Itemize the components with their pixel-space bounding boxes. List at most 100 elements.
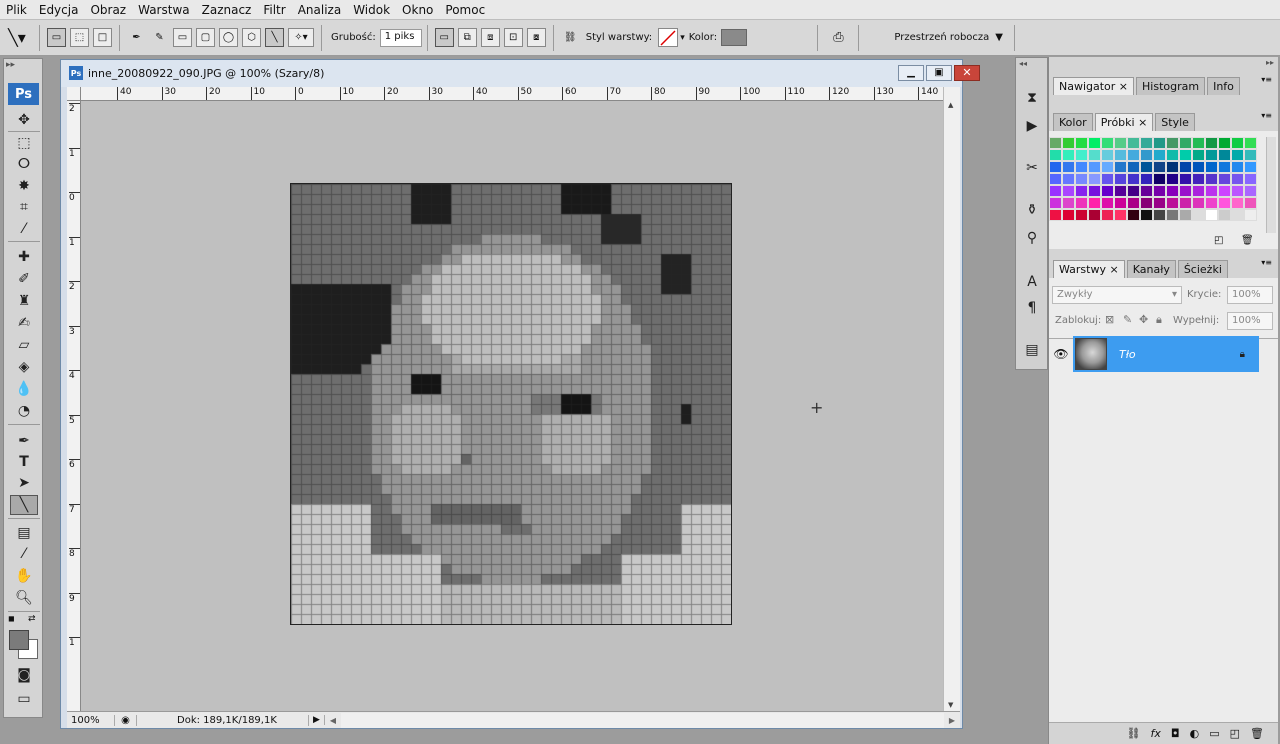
lasso-tool-icon[interactable]: ⵔ bbox=[10, 154, 38, 174]
ruler-horizontal[interactable]: 40 30 20 10 0 10 20 30 40 50 60 70 80 90 100 110 120 130 1… bbox=[81, 87, 943, 101]
layer-visibility-eye-icon[interactable]: 👁︎ bbox=[1049, 336, 1073, 372]
foreground-color-swatch[interactable] bbox=[9, 630, 29, 650]
color-swatch[interactable] bbox=[1049, 185, 1062, 197]
new-shape-layer-button[interactable]: ▭ bbox=[434, 28, 454, 47]
color-swatch[interactable] bbox=[1088, 185, 1101, 197]
color-swatch[interactable] bbox=[1062, 209, 1075, 221]
color-swatch[interactable] bbox=[1244, 197, 1257, 209]
color-swatch[interactable] bbox=[1166, 209, 1179, 221]
menu-view[interactable]: Widok bbox=[347, 3, 396, 17]
panel-menu-icon[interactable]: ▾≡ bbox=[1261, 258, 1272, 267]
tab-info[interactable]: Info bbox=[1207, 77, 1240, 95]
menu-filter[interactable]: Filtr bbox=[257, 3, 291, 17]
subtract-shape-button[interactable]: ⧈ bbox=[480, 28, 500, 47]
color-swatch[interactable] bbox=[1205, 161, 1218, 173]
tab-layers[interactable]: Warstwy × bbox=[1053, 260, 1125, 278]
color-swatch[interactable] bbox=[1127, 197, 1140, 209]
color-swatch[interactable] bbox=[1244, 173, 1257, 185]
scroll-right-icon[interactable]: ▶ bbox=[944, 716, 960, 725]
lock-transparent-icon[interactable]: ⊠ bbox=[1105, 313, 1114, 326]
rounded-rectangle-icon[interactable]: ▢ bbox=[196, 28, 215, 47]
new-group-icon[interactable]: ▭ bbox=[1209, 727, 1219, 740]
blend-mode-select[interactable]: Zwykły ▾ bbox=[1052, 286, 1182, 304]
scroll-down-icon[interactable]: ▼ bbox=[948, 701, 953, 709]
menu-analysis[interactable]: Analiza bbox=[292, 3, 348, 17]
add-shape-button[interactable]: ⧉ bbox=[457, 28, 477, 47]
color-swatch[interactable] bbox=[1231, 149, 1244, 161]
color-swatch[interactable] bbox=[1205, 185, 1218, 197]
color-swatch[interactable] bbox=[1231, 161, 1244, 173]
color-swatch[interactable] bbox=[1075, 161, 1088, 173]
color-swatch[interactable] bbox=[1205, 173, 1218, 185]
color-swatch[interactable] bbox=[1179, 137, 1192, 149]
blur-tool-icon[interactable]: 💧 bbox=[10, 379, 38, 399]
history-panel-icon[interactable]: ⧗ bbox=[1018, 88, 1046, 108]
collapse-icon[interactable]: ◂◂ bbox=[1019, 59, 1027, 68]
color-swatch[interactable] bbox=[1049, 137, 1062, 149]
bridge-icon[interactable]: ⎙ bbox=[825, 28, 851, 47]
color-swatch[interactable] bbox=[1127, 173, 1140, 185]
color-swatch[interactable] bbox=[1205, 209, 1218, 221]
clone-stamp-tool-icon[interactable]: ♜ bbox=[10, 291, 38, 311]
zoom-level[interactable]: 100% bbox=[67, 714, 115, 726]
color-swatch[interactable] bbox=[1244, 137, 1257, 149]
color-swatch[interactable] bbox=[1062, 173, 1075, 185]
document-title-bar[interactable]: Ps inne_20080922_090.JPG @ 100% (Szary/8… bbox=[61, 60, 980, 87]
color-swatch[interactable] bbox=[1062, 137, 1075, 149]
color-swatch[interactable] bbox=[1075, 209, 1088, 221]
panel-menu-icon[interactable]: ▾≡ bbox=[1261, 75, 1272, 84]
color-swatch[interactable] bbox=[1205, 149, 1218, 161]
color-swatch[interactable] bbox=[1179, 185, 1192, 197]
color-swatch[interactable] bbox=[1179, 149, 1192, 161]
paragraph-panel-icon[interactable]: ¶ bbox=[1018, 298, 1046, 318]
color-swatch[interactable] bbox=[1231, 209, 1244, 221]
color-swatch[interactable] bbox=[1179, 173, 1192, 185]
color-swatch[interactable] bbox=[1192, 209, 1205, 221]
color-swatch[interactable] bbox=[1101, 185, 1114, 197]
swap-colors-icon[interactable]: ⇄ bbox=[28, 614, 36, 624]
color-swatch[interactable] bbox=[1114, 209, 1127, 221]
add-mask-icon[interactable]: ◘ bbox=[1171, 727, 1180, 740]
menu-select[interactable]: Zaznacz bbox=[196, 3, 258, 17]
color-swatch[interactable] bbox=[1062, 197, 1075, 209]
color-swatch[interactable] bbox=[1127, 185, 1140, 197]
swatch-scrollbar[interactable] bbox=[1266, 137, 1276, 233]
paint-bucket-tool-icon[interactable]: ◈ bbox=[10, 357, 38, 377]
healing-brush-tool-icon[interactable]: ✚ bbox=[10, 247, 38, 267]
color-swatch[interactable] bbox=[1218, 185, 1231, 197]
menu-window[interactable]: Okno bbox=[396, 3, 439, 17]
color-swatch[interactable] bbox=[1140, 149, 1153, 161]
color-swatch[interactable] bbox=[1101, 137, 1114, 149]
color-swatch[interactable] bbox=[1192, 161, 1205, 173]
marquee-tool-icon[interactable]: ⬚ bbox=[10, 133, 38, 153]
color-swatch[interactable] bbox=[1088, 209, 1101, 221]
color-swatch[interactable] bbox=[1101, 197, 1114, 209]
canvas-area[interactable]: + bbox=[81, 101, 943, 711]
color-swatch[interactable] bbox=[1049, 209, 1062, 221]
color-swatch[interactable] bbox=[1166, 161, 1179, 173]
shape-color-swatch[interactable] bbox=[721, 29, 748, 46]
color-swatch[interactable] bbox=[1218, 149, 1231, 161]
brush-tool-icon[interactable]: ✐ bbox=[10, 269, 38, 289]
color-swatch[interactable] bbox=[1153, 137, 1166, 149]
color-swatch[interactable] bbox=[1244, 149, 1257, 161]
new-layer-icon[interactable]: ◰ bbox=[1230, 727, 1240, 740]
pen-icon[interactable]: ✒ bbox=[127, 28, 146, 47]
color-swatch[interactable] bbox=[1062, 161, 1075, 173]
color-swatch[interactable] bbox=[1153, 197, 1166, 209]
menu-layer[interactable]: Warstwa bbox=[132, 3, 196, 17]
link-icon[interactable]: ⛓ bbox=[561, 28, 580, 47]
tab-paths[interactable]: Ścieżki bbox=[1177, 260, 1228, 278]
color-swatch[interactable] bbox=[1127, 149, 1140, 161]
color-swatch[interactable] bbox=[1140, 197, 1153, 209]
color-swatch[interactable] bbox=[1153, 161, 1166, 173]
link-layers-icon[interactable]: ⛓ bbox=[1127, 727, 1141, 740]
color-swatch[interactable] bbox=[1179, 197, 1192, 209]
color-swatch[interactable] bbox=[1166, 149, 1179, 161]
workspace-menu[interactable]: Przestrzeń robocza bbox=[894, 32, 989, 43]
line-icon[interactable]: ╲ bbox=[265, 28, 284, 47]
color-swatch[interactable] bbox=[1049, 197, 1062, 209]
default-colors-icon[interactable]: ◼ bbox=[8, 614, 15, 623]
color-swatch[interactable] bbox=[1075, 185, 1088, 197]
ruler-vertical[interactable]: 2 1 0 1 2 3 4 5 6 7 8 9 1 bbox=[67, 101, 81, 711]
